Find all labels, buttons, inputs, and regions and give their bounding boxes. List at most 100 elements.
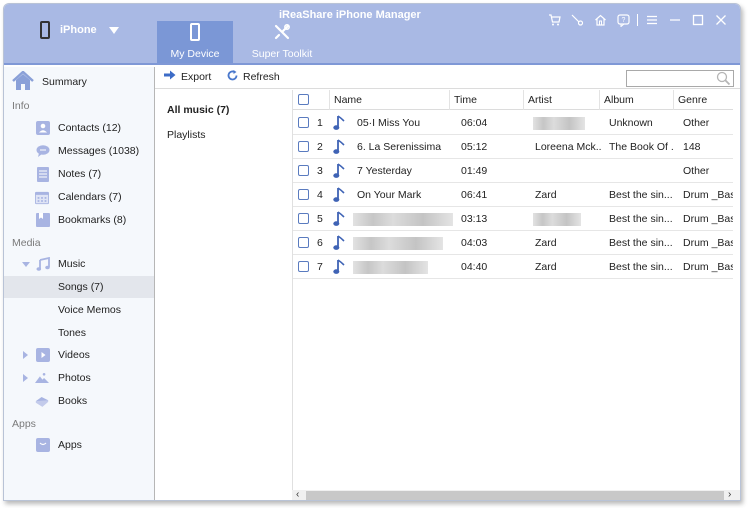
- sidebar-label: Summary: [42, 76, 87, 88]
- sidebar-label: Notes (7): [58, 168, 102, 180]
- search-icon[interactable]: [716, 71, 731, 86]
- sidebar-item-songs[interactable]: Songs (7): [4, 276, 154, 298]
- music-subnav: All music (7) Playlists: [155, 90, 290, 500]
- song-artist: Zard: [535, 189, 557, 201]
- sidebar-item-videos[interactable]: Videos: [4, 344, 154, 366]
- song-time: 03:13: [461, 213, 488, 225]
- sidebar-label: Bookmarks (8): [58, 214, 127, 226]
- menu-icon[interactable]: [640, 12, 663, 28]
- sidebar-item-messages[interactable]: Messages (1038): [4, 140, 154, 162]
- song-artist: [535, 159, 601, 183]
- song-artist: Loreena Mck...: [535, 141, 601, 153]
- sidebar-label: Photos: [58, 372, 91, 384]
- column-header-time[interactable]: Time: [449, 90, 523, 110]
- sidebar-label: Apps: [58, 439, 82, 451]
- bookmark-icon: [36, 213, 50, 227]
- sidebar-item-calendars[interactable]: Calendars (7): [4, 186, 154, 208]
- row-index: 4: [317, 189, 323, 201]
- table-row[interactable]: 1 05·I Miss You 06:04 Unknown Other: [293, 111, 733, 135]
- sidebar-item-voice-memos[interactable]: Voice Memos: [4, 299, 154, 321]
- refresh-icon: [227, 70, 238, 84]
- search-input[interactable]: [626, 70, 734, 87]
- export-arrow-icon: [164, 70, 176, 83]
- table-row[interactable]: 5 03:13 Best the sin... Drum _Bass: [293, 207, 733, 231]
- feedback-icon[interactable]: ?: [612, 12, 635, 28]
- table-row[interactable]: 7 04:40 Zard Best the sin... Drum _Bass: [293, 255, 733, 279]
- tab-super-toolkit[interactable]: Super Toolkit: [244, 21, 320, 63]
- maximize-icon[interactable]: [686, 12, 709, 28]
- sidebar-label: Songs (7): [58, 281, 104, 293]
- sidebar-item-apps[interactable]: Apps: [4, 434, 154, 456]
- sidebar-item-summary[interactable]: Summary: [4, 70, 154, 93]
- section-apps: Apps: [12, 418, 36, 430]
- row-checkbox[interactable]: [298, 189, 309, 200]
- home-icon[interactable]: [589, 12, 612, 28]
- music-note-icon: [333, 115, 347, 131]
- sidebar-item-contacts[interactable]: Contacts (12): [4, 117, 154, 139]
- song-album: Best the sin...: [609, 213, 673, 225]
- row-checkbox[interactable]: [298, 165, 309, 176]
- column-header-artist[interactable]: Artist: [523, 90, 599, 110]
- song-artist: Zard: [535, 237, 557, 249]
- refresh-button[interactable]: Refresh: [227, 70, 280, 84]
- song-genre: 148: [683, 141, 701, 153]
- row-checkbox[interactable]: [298, 237, 309, 248]
- blurred-name: [353, 261, 428, 274]
- song-album: Best the sin...: [609, 237, 673, 249]
- select-all-checkbox[interactable]: [298, 94, 309, 105]
- song-album: Best the sin...: [609, 261, 673, 273]
- dropdown-arrow-icon: [108, 26, 119, 34]
- row-checkbox[interactable]: [298, 261, 309, 272]
- sidebar-label: Contacts (12): [58, 122, 122, 134]
- music-note-icon: [333, 235, 347, 251]
- song-time: 06:41: [461, 189, 488, 201]
- sidebar-item-tones[interactable]: Tones: [4, 322, 154, 344]
- column-header-genre[interactable]: Genre: [673, 90, 733, 110]
- row-checkbox[interactable]: [298, 117, 309, 128]
- song-album: The Book Of ...: [609, 141, 673, 153]
- table-row[interactable]: 4 On Your Mark 06:41 Zard Best the sin... Dru…: [293, 183, 733, 207]
- row-index: 5: [317, 213, 323, 225]
- tab-my-device[interactable]: My Device: [157, 21, 233, 63]
- cart-icon[interactable]: [543, 12, 566, 28]
- row-checkbox[interactable]: [298, 213, 309, 224]
- song-genre: Other: [683, 165, 710, 177]
- row-checkbox[interactable]: [298, 141, 309, 152]
- section-info: Info: [12, 100, 30, 112]
- column-header-name[interactable]: Name: [329, 90, 449, 110]
- row-index: 7: [317, 261, 323, 273]
- apps-icon: [36, 438, 50, 452]
- horizontal-scrollbar[interactable]: ‹ ›: [292, 489, 740, 500]
- sidebar-item-music[interactable]: Music: [4, 253, 154, 275]
- sidebar-label: Music: [58, 258, 86, 270]
- subnav-playlists[interactable]: Playlists: [167, 129, 206, 141]
- sidebar-label: Messages (1038): [58, 145, 140, 157]
- scrollbar-thumb[interactable]: [306, 491, 724, 500]
- sidebar-item-bookmarks[interactable]: Bookmarks (8): [4, 209, 154, 231]
- table-row[interactable]: 2 6. La Serenissima 05:12 Loreena Mck... The…: [293, 135, 733, 159]
- minimize-icon[interactable]: [663, 12, 686, 28]
- song-genre: Drum _Bass: [683, 237, 733, 249]
- table-row[interactable]: 6 04:03 Zard Best the sin... Drum _Bass: [293, 231, 733, 255]
- sidebar-item-books[interactable]: Books: [4, 390, 154, 412]
- expand-caret-icon[interactable]: [23, 351, 28, 359]
- blurred-artist: [533, 213, 581, 226]
- device-selector[interactable]: iPhone: [40, 21, 119, 39]
- column-header-album[interactable]: Album: [599, 90, 673, 110]
- app-window: iReaShare iPhone Manager iPhone My Devic…: [3, 3, 741, 501]
- expand-caret-icon[interactable]: [23, 374, 28, 382]
- scroll-right-icon[interactable]: ›: [728, 489, 731, 500]
- export-button[interactable]: Export: [164, 70, 211, 83]
- window-controls: ?: [543, 12, 732, 28]
- scroll-left-icon[interactable]: ‹: [296, 489, 299, 500]
- blurred-artist: [533, 117, 585, 130]
- key-icon[interactable]: [566, 12, 589, 28]
- svg-text:?: ?: [622, 17, 626, 24]
- sidebar-item-photos[interactable]: Photos: [4, 367, 154, 389]
- calendar-icon: [35, 190, 49, 204]
- close-icon[interactable]: [709, 12, 732, 28]
- subnav-all-music[interactable]: All music (7): [167, 104, 229, 116]
- row-index: 2: [317, 141, 323, 153]
- table-row[interactable]: 3 7 Yesterday 01:49 Other: [293, 159, 733, 183]
- sidebar-item-notes[interactable]: Notes (7): [4, 163, 154, 185]
